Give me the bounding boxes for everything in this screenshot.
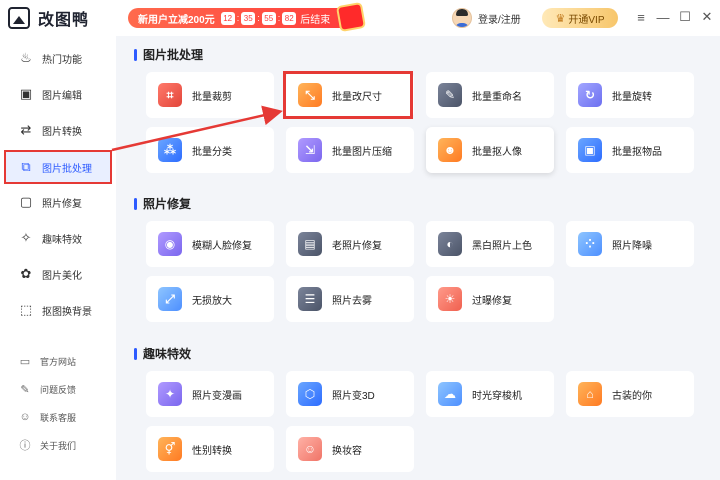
card-photo-to-comic[interactable]: ✦ 照片变漫画 bbox=[146, 371, 274, 417]
comic-icon: ✦ bbox=[158, 382, 182, 406]
face-restore-icon: ◉ bbox=[158, 232, 182, 256]
object-cutout-icon: ▣ bbox=[578, 138, 602, 162]
crop-icon: ⌗ bbox=[158, 83, 182, 107]
card-batch-object-cutout[interactable]: ▣ 批量抠物品 bbox=[566, 127, 694, 173]
convert-icon: ⇄ bbox=[20, 122, 32, 137]
card-ancient-costume[interactable]: ⌂ 古装的你 bbox=[566, 371, 694, 417]
denoise-icon: ⁘ bbox=[578, 232, 602, 256]
app-name: 改图鸭 bbox=[38, 12, 90, 29]
palette-icon: ◐ bbox=[438, 232, 462, 256]
sidebar-footer-support[interactable]: ☺ 联系客服 bbox=[6, 406, 110, 428]
image-edit-icon: ▣ bbox=[19, 86, 33, 101]
card-batch-rotate[interactable]: ↻ 批量旋转 bbox=[566, 72, 694, 118]
card-batch-rename[interactable]: ✎ 批量重命名 bbox=[426, 72, 554, 118]
card-time-machine[interactable]: ☁ 时光穿梭机 bbox=[426, 371, 554, 417]
sidebar-item-beautify[interactable]: ✿ 图片美化 bbox=[6, 258, 110, 290]
countdown-minutes: 35 bbox=[241, 11, 256, 25]
costume-icon: ⌂ bbox=[578, 382, 602, 406]
gender-icon: ⚥ bbox=[158, 437, 182, 461]
countdown-ms: 82 bbox=[282, 11, 297, 25]
sidebar: ♨ 热门功能 ▣ 图片编辑 ⇄ 图片转换 ⧉ 图片批处理 ▢ 照片修复 ✧ 趣味… bbox=[0, 36, 116, 480]
section-title-fun: 趣味特效 bbox=[134, 345, 191, 362]
avatar-icon bbox=[452, 8, 472, 28]
crown-icon: ♛ bbox=[555, 12, 566, 25]
minimize-icon[interactable]: — bbox=[654, 8, 672, 26]
compress-icon: ⇲ bbox=[298, 138, 322, 162]
card-batch-classify[interactable]: ⁂ 批量分类 bbox=[146, 127, 274, 173]
info-icon: ⓘ bbox=[19, 440, 31, 452]
sidebar-item-fun-effects[interactable]: ✧ 趣味特效 bbox=[6, 222, 110, 254]
card-batch-crop[interactable]: ⌗ 批量裁剪 bbox=[146, 72, 274, 118]
promo-end-text: 后结束 bbox=[300, 14, 331, 26]
card-photo-to-3d[interactable]: ⬡ 照片变3D bbox=[286, 371, 414, 417]
countdown: 12 : 35 : 55 : 82 bbox=[220, 11, 297, 25]
card-old-photo-restore[interactable]: ▤ 老照片修复 bbox=[286, 221, 414, 267]
makeup-icon: ☺ bbox=[298, 437, 322, 461]
card-denoise[interactable]: ⁘ 照片降噪 bbox=[566, 221, 694, 267]
old-photo-icon: ▤ bbox=[298, 232, 322, 256]
section-title-repair: 照片修复 bbox=[134, 195, 191, 212]
sidebar-item-batch[interactable]: ⧉ 图片批处理 bbox=[4, 150, 112, 184]
card-batch-compress[interactable]: ⇲ 批量图片压缩 bbox=[286, 127, 414, 173]
rename-icon: ✎ bbox=[438, 83, 462, 107]
sidebar-item-image-edit[interactable]: ▣ 图片编辑 bbox=[6, 78, 110, 110]
section-title-batch: 图片批处理 bbox=[134, 46, 203, 63]
maximize-icon[interactable]: ☐ bbox=[676, 8, 694, 26]
beautify-icon: ✿ bbox=[20, 266, 32, 281]
dehaze-icon: ☰ bbox=[298, 287, 322, 311]
card-dehaze[interactable]: ☰ 照片去雾 bbox=[286, 276, 414, 322]
title-bar: 改图鸭 新用户立减200元 12 : 35 : 55 : 82 后结束 登录/注… bbox=[0, 0, 720, 36]
photo-repair-icon: ▢ bbox=[19, 194, 33, 209]
login-label: 登录/注册 bbox=[478, 14, 521, 26]
logo-icon bbox=[8, 7, 30, 29]
sidebar-item-cutout[interactable]: ⬚ 抠图换背景 bbox=[6, 294, 110, 326]
sidebar-footer-website[interactable]: ▭ 官方网站 bbox=[6, 350, 110, 372]
batch-icon: ⧉ bbox=[21, 159, 31, 174]
classify-icon: ⁂ bbox=[158, 138, 182, 162]
feedback-icon: ✎ bbox=[20, 383, 30, 396]
cube-icon: ⬡ bbox=[298, 382, 322, 406]
monitor-icon: ▭ bbox=[19, 355, 31, 368]
vip-label: 开通VIP bbox=[568, 14, 605, 26]
app-logo: 改图鸭 bbox=[8, 6, 89, 30]
sidebar-item-image-convert[interactable]: ⇄ 图片转换 bbox=[6, 114, 110, 146]
card-overexposure-fix[interactable]: ☀ 过曝修复 bbox=[426, 276, 554, 322]
card-gender-swap[interactable]: ⚥ 性别转换 bbox=[146, 426, 274, 472]
cutout-icon: ⬚ bbox=[19, 302, 33, 317]
countdown-hours: 12 bbox=[220, 11, 235, 25]
sidebar-item-hot[interactable]: ♨ 热门功能 bbox=[6, 42, 110, 74]
magic-icon: ✧ bbox=[20, 230, 32, 245]
sidebar-footer-feedback[interactable]: ✎ 问题反馈 bbox=[6, 378, 110, 400]
vip-button[interactable]: ♛ 开通VIP bbox=[542, 8, 618, 28]
promo-banner[interactable]: 新用户立减200元 12 : 35 : 55 : 82 后结束 bbox=[128, 1, 367, 33]
sidebar-item-photo-repair[interactable]: ▢ 照片修复 bbox=[6, 186, 110, 218]
sun-icon: ☀ bbox=[438, 287, 462, 311]
time-machine-icon: ☁ bbox=[438, 382, 462, 406]
login-button[interactable]: 登录/注册 bbox=[452, 8, 521, 28]
card-face-restore[interactable]: ◉ 模糊人脸修复 bbox=[146, 221, 274, 267]
rotate-icon: ↻ bbox=[578, 83, 602, 107]
menu-icon[interactable]: ≡ bbox=[632, 8, 650, 26]
highlight-box bbox=[283, 71, 413, 119]
flame-icon: ♨ bbox=[20, 50, 32, 65]
card-batch-portrait-cutout[interactable]: ☻ 批量抠人像 bbox=[426, 127, 554, 173]
headset-icon: ☺ bbox=[19, 411, 31, 423]
close-icon[interactable]: ✕ bbox=[698, 8, 716, 26]
card-colorize[interactable]: ◐ 黑白照片上色 bbox=[426, 221, 554, 267]
sidebar-footer-about[interactable]: ⓘ 关于我们 bbox=[6, 434, 110, 456]
card-lossless-upscale[interactable]: ⤢ 无损放大 bbox=[146, 276, 274, 322]
red-envelope-icon bbox=[335, 1, 367, 33]
promo-text: 新用户立减200元 bbox=[138, 14, 215, 26]
card-makeover[interactable]: ☺ 换妆容 bbox=[286, 426, 414, 472]
portrait-cutout-icon: ☻ bbox=[438, 138, 462, 162]
countdown-seconds: 55 bbox=[261, 11, 276, 25]
upscale-icon: ⤢ bbox=[158, 287, 182, 311]
